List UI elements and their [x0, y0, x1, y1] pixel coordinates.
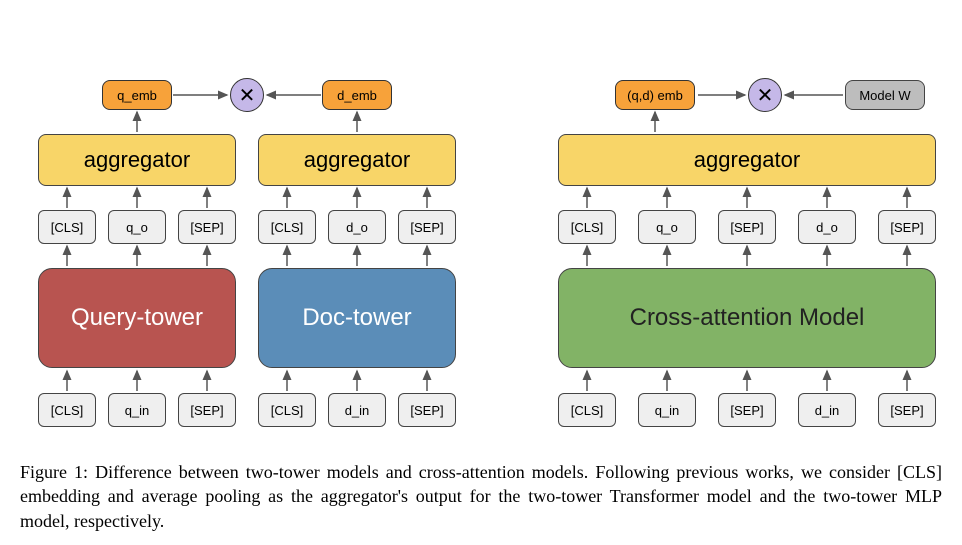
token-out-d-sep: [SEP] [398, 210, 456, 244]
aggregator-d: aggregator [258, 134, 456, 186]
token-out-c-0: [CLS] [558, 210, 616, 244]
architecture-diagram: q_emb ✕ d_emb aggregator aggregator [CLS… [0, 0, 962, 455]
token-in-c-0: [CLS] [558, 393, 616, 427]
token-out-c-1: q_o [638, 210, 696, 244]
token-out-d-cls: [CLS] [258, 210, 316, 244]
q-emb-label: q_emb [117, 88, 157, 103]
query-tower: Query-tower [38, 268, 236, 368]
token-in-d-in: d_in [328, 393, 386, 427]
multiply-op-right: ✕ [748, 78, 782, 112]
token-out-c-2: [SEP] [718, 210, 776, 244]
qd-emb-box: (q,d) emb [615, 80, 695, 110]
token-in-c-1: q_in [638, 393, 696, 427]
qd-emb-label: (q,d) emb [627, 88, 683, 103]
q-emb-box: q_emb [102, 80, 172, 110]
token-out-c-4: [SEP] [878, 210, 936, 244]
figure-caption: Figure 1: Difference between two-tower m… [20, 460, 942, 533]
token-in-q-sep: [SEP] [178, 393, 236, 427]
d-emb-box: d_emb [322, 80, 392, 110]
d-emb-label: d_emb [337, 88, 377, 103]
aggregator-cross-label: aggregator [694, 147, 800, 173]
token-in-c-3: d_in [798, 393, 856, 427]
token-out-q-cls: [CLS] [38, 210, 96, 244]
token-in-d-sep: [SEP] [398, 393, 456, 427]
cross-model-label: Cross-attention Model [630, 304, 865, 332]
mult-symbol-r: ✕ [757, 83, 774, 108]
token-out-d-o: d_o [328, 210, 386, 244]
token-out-q-o: q_o [108, 210, 166, 244]
token-in-c-4: [SEP] [878, 393, 936, 427]
aggregator-d-label: aggregator [304, 147, 410, 173]
aggregator-q-label: aggregator [84, 147, 190, 173]
multiply-op-left: ✕ [230, 78, 264, 112]
doc-tower-label: Doc-tower [302, 304, 411, 332]
token-out-q-sep: [SEP] [178, 210, 236, 244]
token-in-d-cls: [CLS] [258, 393, 316, 427]
cross-attention-model: Cross-attention Model [558, 268, 936, 368]
mult-symbol: ✕ [239, 83, 256, 108]
aggregator-cross: aggregator [558, 134, 936, 186]
token-out-c-3: d_o [798, 210, 856, 244]
token-in-q-cls: [CLS] [38, 393, 96, 427]
query-tower-label: Query-tower [71, 304, 203, 332]
model-w-box: Model W [845, 80, 925, 110]
model-w-label: Model W [859, 88, 910, 103]
doc-tower: Doc-tower [258, 268, 456, 368]
aggregator-q: aggregator [38, 134, 236, 186]
token-in-c-2: [SEP] [718, 393, 776, 427]
token-in-q-in: q_in [108, 393, 166, 427]
